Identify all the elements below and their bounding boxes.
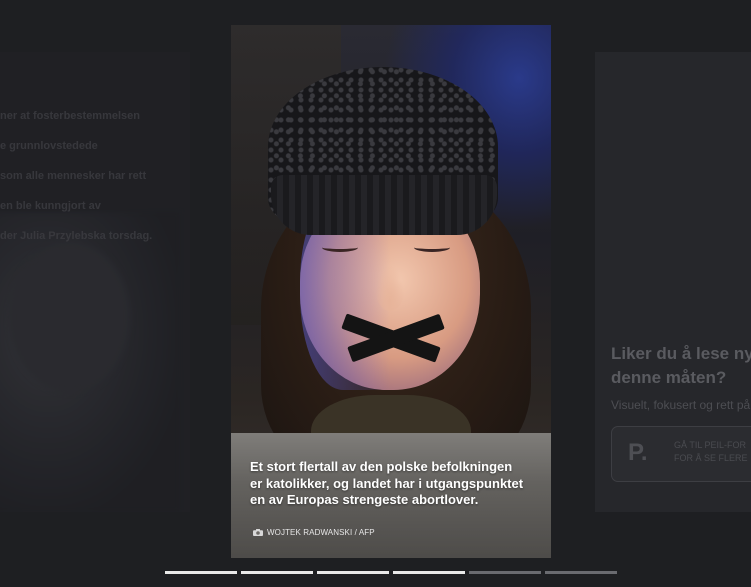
progress-segment[interactable]: [241, 571, 313, 574]
photo-credit-text: WOJTEK RADWANSKI / AFP: [267, 528, 375, 537]
promo-button-text: GÅ TIL PEIL-FOR FOR Å SE FLERE: [674, 439, 748, 465]
previous-story-card[interactable]: ner at fosterbestemmelsen e grunnlovsted…: [0, 52, 190, 512]
promo-title-line: denne måten?: [611, 368, 727, 387]
subject-right-eye: [414, 243, 450, 252]
progress-segment[interactable]: [393, 571, 465, 574]
story-caption-line: en av Europas strengeste abortlover.: [250, 492, 479, 507]
story-caption: Et stort flertall av den polske befolkni…: [250, 459, 540, 509]
camera-icon: [253, 529, 263, 536]
photo-credit: WOJTEK RADWANSKI / AFP: [253, 528, 375, 537]
peil-promo-button[interactable]: P. GÅ TIL PEIL-FOR FOR Å SE FLERE: [611, 426, 751, 482]
story-viewer: ner at fosterbestemmelsen e grunnlovsted…: [0, 0, 751, 587]
promo-button-line: GÅ TIL PEIL-FOR: [674, 440, 747, 450]
promo-title-line: Liker du å lese nyh: [611, 344, 751, 363]
story-caption-line: Et stort flertall av den polske befolkni…: [250, 459, 513, 474]
knit-hat-brim: [271, 175, 497, 235]
dim-overlay: [0, 52, 190, 512]
promo-subtitle: Visuelt, fokusert og rett på: [611, 398, 751, 412]
progress-segment[interactable]: [545, 571, 617, 574]
promo-title: Liker du å lese nyh denne måten?: [611, 342, 751, 390]
peil-logo-icon: P.: [628, 439, 648, 466]
subject-left-eye: [322, 243, 358, 252]
current-story-card[interactable]: Et stort flertall av den polske befolkni…: [231, 25, 551, 558]
promo-button-line: FOR Å SE FLERE: [674, 453, 748, 463]
story-progress: [165, 571, 617, 574]
subject-nose: [375, 265, 405, 311]
progress-segment[interactable]: [165, 571, 237, 574]
story-caption-line: er katolikker, og landet har i utgangspu…: [250, 475, 524, 491]
next-story-card[interactable]: Liker du å lese nyh denne måten? Visuelt…: [595, 52, 751, 512]
progress-segment[interactable]: [317, 571, 389, 574]
progress-segment[interactable]: [469, 571, 541, 574]
